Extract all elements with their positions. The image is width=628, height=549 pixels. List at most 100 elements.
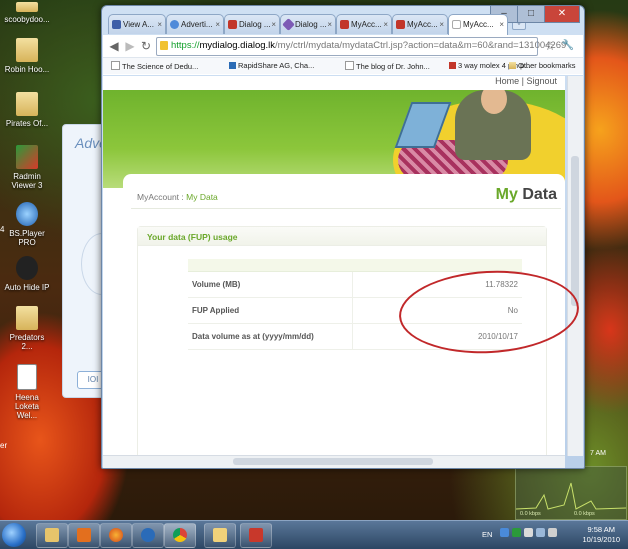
tab[interactable]: MyAcc... × (392, 14, 448, 34)
desktop-icon-folder[interactable]: scoobydoo... (4, 2, 50, 24)
clock-time: 9:58 AM (587, 525, 615, 534)
scrollbar-thumb[interactable] (233, 458, 433, 465)
clock-gadget-label: 7 AM (590, 450, 606, 457)
chrome-icon (173, 528, 187, 542)
tray-app-icon[interactable] (512, 528, 521, 537)
favicon-icon (228, 20, 237, 29)
tray-icons (500, 528, 560, 540)
browser-window[interactable]: View A... × Adverti... × Dialog ... × Dialo… (101, 5, 585, 469)
desktop-icon-label: Predators 2... (9, 333, 45, 351)
close-window-button[interactable]: ✕ (544, 6, 580, 23)
tab[interactable]: View A... × (108, 14, 166, 34)
taskbar-mail[interactable] (204, 523, 236, 548)
desktop-icon-label: Pirates Of... (5, 119, 49, 128)
forward-icon[interactable]: ▶ (123, 39, 137, 53)
tab[interactable]: Dialog ... × (280, 14, 336, 34)
favicon-icon (282, 18, 295, 31)
page-title: My Data (496, 186, 557, 204)
desktop-icon-folder[interactable]: Predators 2... (4, 306, 50, 351)
bookmarks-bar: The Science of Dedu... RapidShare AG, Ch… (103, 57, 583, 74)
bookmark-item[interactable]: RapidShare AG, Cha... (229, 61, 314, 70)
taskbar-app[interactable] (240, 523, 272, 548)
network-icon[interactable] (536, 528, 545, 537)
folder-icon (45, 528, 59, 542)
tab[interactable]: MyAcc... × (336, 14, 392, 34)
tab[interactable]: Dialog ... × (224, 14, 280, 34)
row-label: Data volume as at (yyyy/mm/dd) (188, 323, 353, 350)
close-icon[interactable]: × (327, 15, 332, 34)
taskbar-media[interactable] (68, 523, 100, 548)
flag-icon[interactable] (524, 528, 533, 537)
language-indicator[interactable]: EN (482, 530, 492, 539)
bookmark-item[interactable]: The blog of Dr. John... (345, 61, 430, 71)
desktop-icon-folder[interactable]: Pirates Of... (4, 92, 50, 128)
back-icon[interactable]: ◀ (107, 39, 121, 53)
row-label: Volume (MB) (188, 271, 353, 298)
other-bookmarks[interactable]: Other bookmarks (509, 61, 576, 70)
close-icon[interactable]: × (157, 15, 162, 34)
tab-active[interactable]: MyAcc... × (448, 14, 508, 35)
favicon-icon (340, 20, 349, 29)
close-icon[interactable]: × (499, 15, 504, 34)
reload-icon[interactable]: ↻ (139, 39, 153, 53)
wrench-icon[interactable]: 🔧 (561, 39, 575, 53)
close-icon[interactable]: × (439, 15, 444, 34)
desktop-icon-bsplayer[interactable]: BS.Player PRO (4, 202, 50, 247)
start-button[interactable] (2, 523, 26, 547)
mail-icon (213, 528, 227, 542)
edge-label: 4 (0, 225, 5, 234)
taskbar-explorer[interactable] (36, 523, 68, 548)
favicon-icon (170, 20, 179, 29)
horizontal-scrollbar[interactable] (103, 455, 565, 468)
volume-icon[interactable] (548, 528, 557, 537)
firefox-icon (109, 528, 123, 542)
close-icon[interactable]: × (383, 15, 388, 34)
folder-icon (509, 62, 516, 69)
tab[interactable]: Adverti... × (166, 14, 224, 34)
maximize-button[interactable]: □ (517, 6, 545, 23)
desktop-icon-radmin[interactable]: Radmin Viewer 3 (4, 145, 50, 190)
desktop-icon-autohideip[interactable]: Auto Hide IP (4, 256, 50, 292)
help-icon[interactable] (500, 528, 509, 537)
tab-title: Dialog ... (239, 20, 271, 29)
vertical-scrollbar[interactable] (567, 76, 583, 456)
bookmark-label: The Science of Dedu... (122, 62, 199, 71)
taskbar-app[interactable] (132, 523, 164, 548)
edge-label: er (0, 441, 8, 450)
address-bar[interactable]: https://mydialog.dialog.lk/my/ctrl/mydat… (156, 37, 566, 56)
tab-title: MyAcc... (351, 20, 382, 29)
desktop-icon-label: Heena Loketa Wel... (14, 393, 40, 420)
breadcrumb-root[interactable]: MyAccount (137, 192, 179, 202)
signout-link[interactable]: Signout (526, 76, 557, 86)
url-path: /my/ctrl/mydata/mydataCtrl.jsp?action=da… (275, 40, 567, 51)
section-title: Your data (FUP) usage (147, 232, 238, 242)
clock-gadget: 7 AM (586, 432, 622, 464)
top-links: Home | Signout (495, 76, 557, 86)
star-icon[interactable]: ☆ (543, 39, 557, 53)
taskbar-clock[interactable]: 9:58 AM 10/19/2010 (582, 525, 620, 545)
table-header-row (188, 259, 522, 272)
tab-title: MyAcc... (407, 20, 438, 29)
network-meter-gadget: 0.0 kbps 0.0 kbps (515, 466, 627, 520)
app-icon (141, 528, 155, 542)
close-icon[interactable]: × (271, 15, 276, 34)
rapidshare-icon (229, 62, 236, 69)
favicon-icon (112, 20, 121, 29)
network-meter-label: 0.0 kbps (520, 511, 541, 517)
table-header-cell (188, 259, 353, 272)
favicon-icon (396, 20, 405, 29)
bookmark-item[interactable]: The Science of Dedu... (111, 61, 198, 71)
home-link[interactable]: Home (495, 76, 519, 86)
desktop-icon-folder[interactable]: Robin Hoo... (4, 38, 50, 74)
browser-toolbar: ◀ ▶ ↻ https://mydialog.dialog.lk/my/ctrl… (103, 35, 583, 75)
taskbar-firefox[interactable] (100, 523, 132, 548)
close-icon[interactable]: × (215, 15, 220, 34)
app-icon (249, 528, 263, 542)
scrollbar-thumb[interactable] (571, 156, 579, 306)
usage-box-header: Your data (FUP) usage (138, 227, 546, 246)
taskbar-chrome[interactable] (164, 523, 196, 548)
table-header-cell (352, 259, 522, 272)
page-icon (345, 61, 354, 70)
desktop-icon-file[interactable]: Heena Loketa Wel... (4, 364, 50, 420)
media-icon (77, 528, 91, 542)
